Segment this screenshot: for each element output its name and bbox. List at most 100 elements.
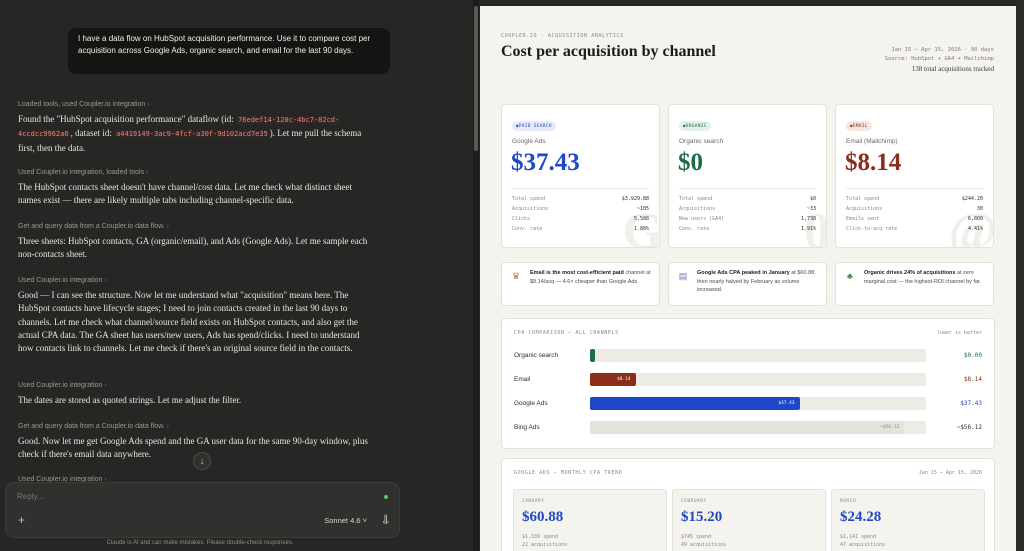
- stat-row: Total spend $244.20: [846, 196, 983, 206]
- stat-label: Acquisitions: [512, 206, 549, 212]
- data-source: Source: HubSpot + GA4 + Mailchimp: [884, 56, 994, 62]
- stat-value: 5,588: [633, 216, 649, 222]
- channel-badge: EMAIL: [846, 121, 872, 131]
- text-span: , dataset id:: [70, 128, 115, 139]
- stat-value: $3,929.88: [621, 196, 649, 202]
- stat-value: $0: [809, 196, 816, 202]
- stat-row: Click-to-acq rate 4.41%: [846, 226, 983, 236]
- chat-panel: I have a data flow on HubSpot acquisitio…: [0, 0, 473, 551]
- stat-value: 30: [976, 206, 983, 212]
- plus-icon[interactable]: +: [18, 513, 25, 527]
- stat-value: $244.20: [961, 196, 983, 202]
- month-name: FEBRUARY: [681, 499, 707, 504]
- channel-cpa: $0: [678, 149, 703, 176]
- month-acquisitions: 47 acquisitions: [840, 542, 886, 548]
- stat-value: 1.91%: [800, 226, 816, 232]
- status-dot-icon: [384, 495, 388, 499]
- chat-step-group: Used Coupler.io integration Good — I can…: [18, 277, 373, 355]
- trend-range: Jan 15 – Apr 15, 2026: [918, 470, 982, 476]
- sprout-icon: ♣: [847, 271, 853, 281]
- tool-step[interactable]: Used Coupler.io integration: [18, 382, 373, 389]
- comparison-row: Google Ads $37.43 $37.43: [514, 397, 982, 411]
- chart-note: lower is better: [936, 330, 982, 336]
- tool-step[interactable]: Used Coupler.io integration, loaded tool…: [18, 169, 373, 176]
- composer: + Sonnet 4.6 ˅ ‚||‚: [5, 482, 400, 538]
- month-cpa: $24.28: [840, 509, 882, 525]
- channel-name: Organic search: [679, 138, 724, 145]
- model-selector[interactable]: Sonnet 4.6 ˅: [324, 516, 367, 525]
- panel-scrollbar[interactable]: [473, 0, 479, 551]
- stat-row: Conv. rate 1.91%: [679, 226, 816, 236]
- stat-value: 1.88%: [633, 226, 649, 232]
- comparison-row: Email $8.14 $8.14: [514, 373, 982, 387]
- insight-bold: Google Ads CPA peaked in January: [697, 270, 790, 276]
- comparison-track: [590, 349, 926, 362]
- tool-step[interactable]: Used Coupler.io integration: [18, 277, 373, 284]
- channel-card-organic: 0 ORGANIC Organic search $0 Total spend$…: [668, 104, 827, 248]
- insight-bold: Organic drives 24% of acquisitions: [864, 270, 956, 276]
- insight-bold: Email is the most cost-efficient paid: [530, 270, 624, 276]
- channel-card-email: @ EMAIL Email (Mailchimp) $8.14 Total sp…: [835, 104, 994, 248]
- text-span: Found the "HubSpot acquisition performan…: [18, 114, 237, 124]
- month-name: JANUARY: [522, 499, 545, 504]
- total-acquisitions-text: 138 total acquisitions tracked: [911, 65, 994, 73]
- stat-row: Clicks 5,588: [512, 216, 649, 226]
- total-acquisitions: 138 total acquisitions tracked: [912, 65, 994, 73]
- monthly-trend: GOOGLE ADS — MONTHLY CPA TREND Jan 15 – …: [501, 458, 995, 551]
- stat-row: New users (GA4) 1,738: [679, 216, 816, 226]
- stat-label: Clicks: [512, 216, 531, 222]
- scroll-down-icon[interactable]: ↓: [193, 452, 211, 470]
- tool-step[interactable]: Loaded tools, used Coupler.io integratio…: [18, 101, 373, 108]
- comparison-value: $37.43: [960, 400, 982, 407]
- tool-step[interactable]: Get and query data from a Coupler.io dat…: [18, 223, 373, 230]
- month-spend: $1,339 spend: [522, 534, 559, 540]
- stat-value: 6,800: [967, 216, 983, 222]
- stat-row: Acquisitions ~105: [512, 206, 649, 216]
- channel-badge: ORGANIC: [679, 121, 711, 131]
- chart-icon: ▤: [678, 271, 688, 281]
- comparison-bar: [590, 349, 595, 362]
- stat-row: Total spend $3,929.88: [512, 196, 649, 206]
- channel-name: Google Ads: [512, 138, 546, 145]
- disclaimer: Claude is AI and can make mistakes. Plea…: [106, 540, 294, 546]
- stat-label: Total spend: [512, 196, 546, 202]
- month-spend: $745 spend: [681, 534, 712, 540]
- insight-card: ♛ Email is the most cost-efficient paid …: [501, 262, 660, 306]
- stat-value: 1,738: [800, 216, 816, 222]
- report-kicker: COUPLER.IO · ACQUISITION ANALYTICS: [501, 33, 624, 39]
- comparison-bar: $8.14: [590, 373, 636, 386]
- month-name: MARCH: [840, 499, 857, 504]
- stat-label: Emails sent: [846, 216, 880, 222]
- assistant-paragraph: The HubSpot contacts sheet doesn't have …: [18, 182, 353, 206]
- comparison-track: ~$56.12: [590, 421, 926, 434]
- stat-label: Conv. rate: [679, 226, 710, 232]
- channel-badge: PAID SEARCH: [512, 121, 556, 131]
- divider: [846, 188, 983, 189]
- stat-label: Total spend: [846, 196, 880, 202]
- assistant-paragraph: The dates are stored as quoted strings. …: [18, 395, 242, 405]
- stat-label: Total spend: [679, 196, 713, 202]
- scrollbar-thumb[interactable]: [474, 6, 478, 151]
- divider: [679, 188, 816, 189]
- month-cpa: $15.20: [681, 509, 723, 525]
- stat-row: Acquisitions 30: [846, 206, 983, 216]
- stat-label: Acquisitions: [846, 206, 883, 212]
- channel-cpa: $37.43: [511, 149, 580, 176]
- comparison-track: $37.43: [590, 397, 926, 410]
- window-edge: [1016, 0, 1024, 551]
- date-range: Jan 15 – Apr 15, 2026 · 90 days: [891, 47, 994, 53]
- stat-value: ~33: [806, 206, 816, 212]
- stat-label: Acquisitions: [679, 206, 716, 212]
- channel-name: Email (Mailchimp): [846, 138, 898, 145]
- comparison-bar: ~$56.12: [590, 421, 905, 434]
- tool-step[interactable]: Get and query data from a Coupler.io dat…: [18, 423, 373, 430]
- stat-label: Conv. rate: [512, 226, 543, 232]
- voice-icon[interactable]: ‚||‚: [382, 514, 389, 525]
- chat-step-group: Used Coupler.io integration, loaded tool…: [18, 169, 373, 208]
- insight-card: ♣ Organic drives 24% of acquisitions at …: [835, 262, 994, 306]
- comparison-label: Email: [514, 376, 531, 383]
- comparison-value: $8.14: [963, 376, 982, 383]
- stat-row: Total spend $0: [679, 196, 816, 206]
- reply-input[interactable]: [17, 492, 347, 501]
- comparison-row: Bing Ads ~$56.12 ~$56.12: [514, 421, 982, 435]
